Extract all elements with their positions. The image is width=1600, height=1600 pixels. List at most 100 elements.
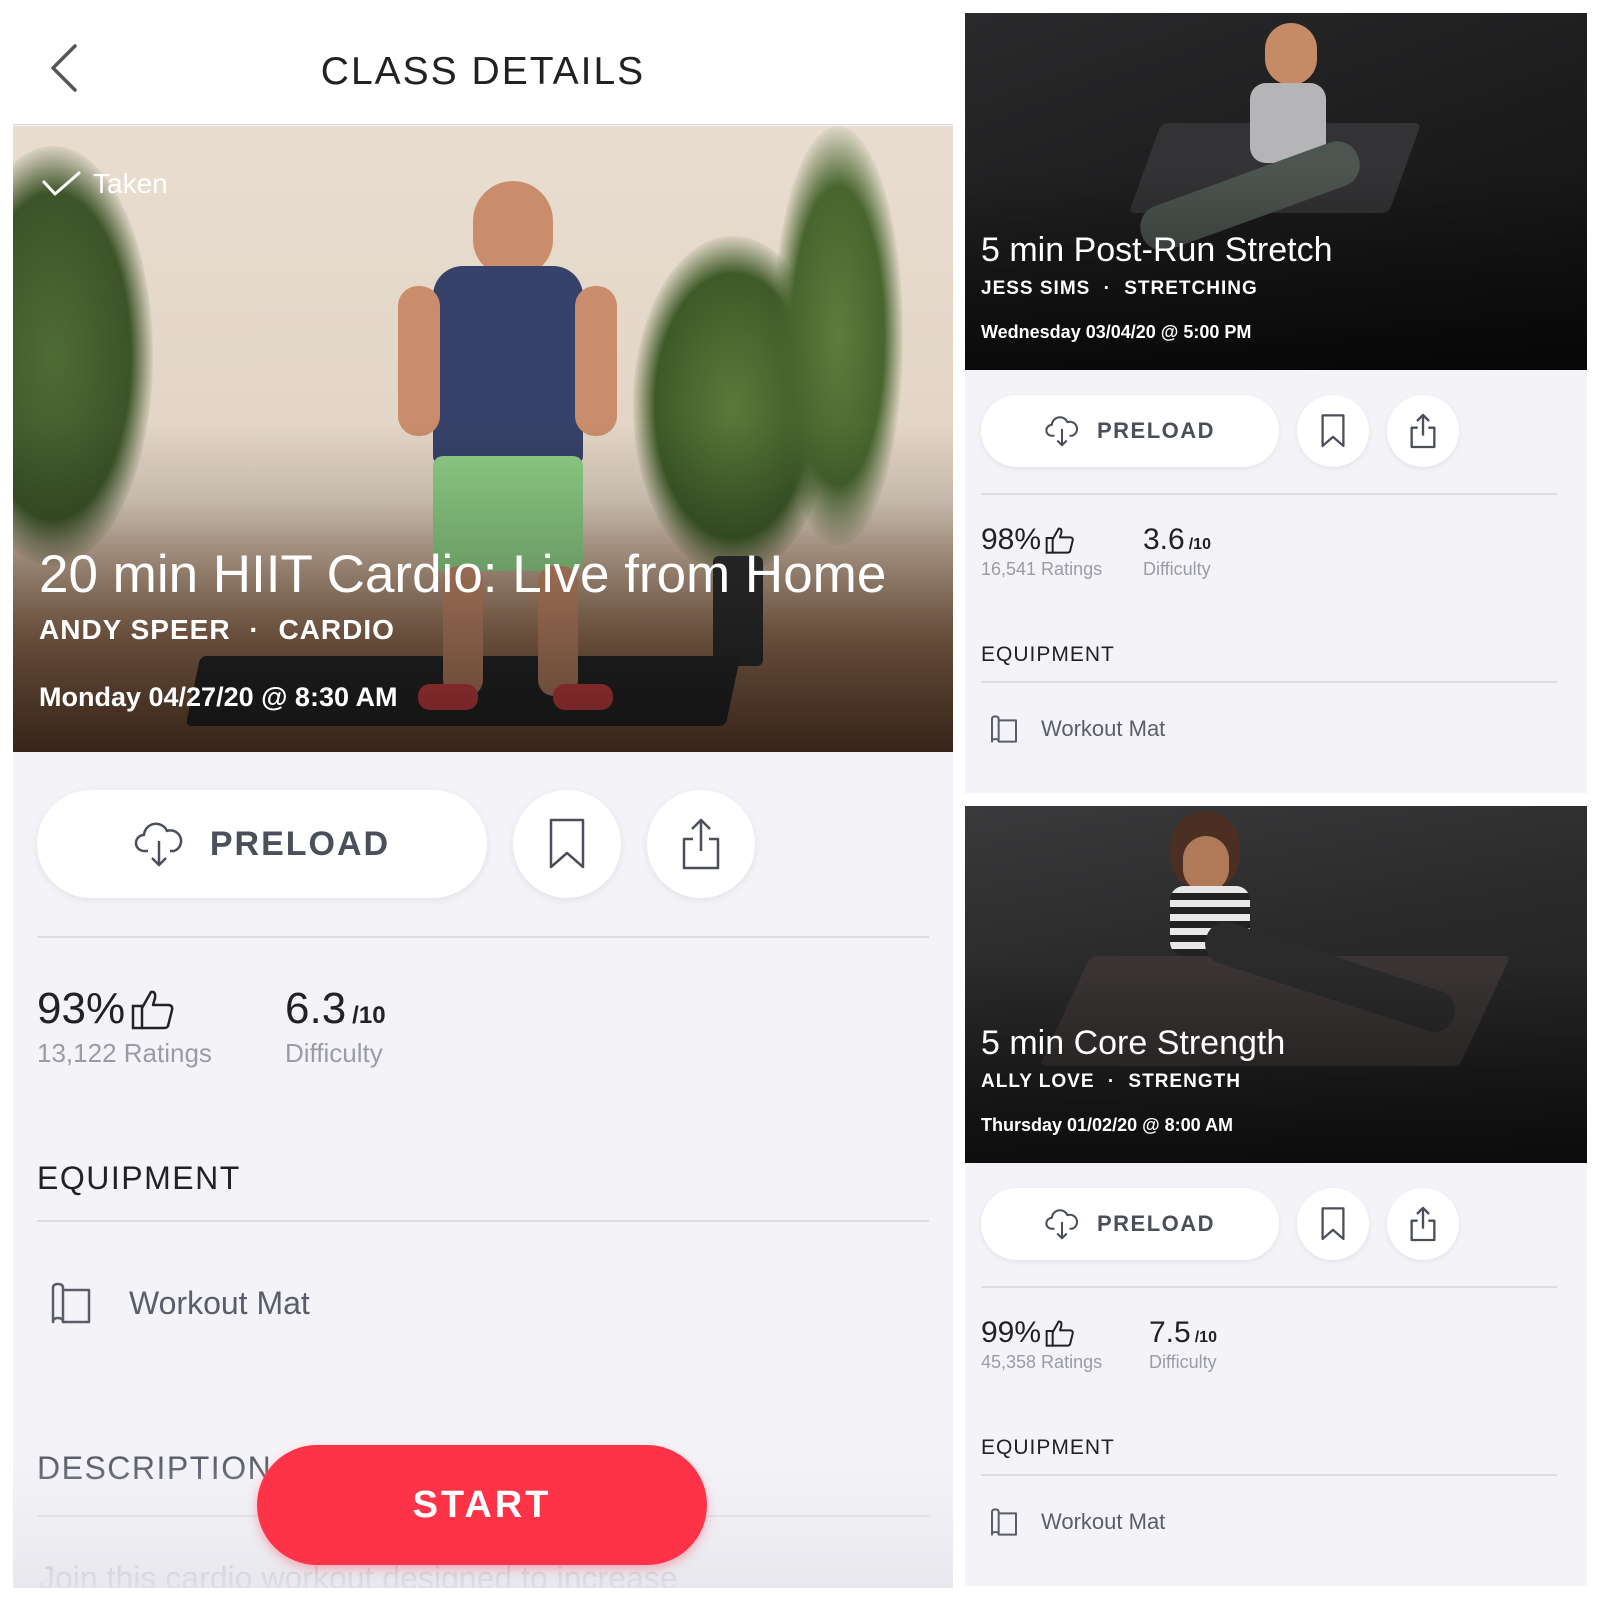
instructor-head [1183, 836, 1229, 892]
bookmark-icon [1321, 414, 1345, 448]
preload-button[interactable]: PRELOAD [981, 395, 1279, 467]
difficulty-scale: /10 [1194, 1329, 1217, 1346]
class-hero-image: Taken 20 min HIIT Cardio: Live from Home… [13, 126, 953, 752]
divider [981, 681, 1557, 683]
ratings-count: 16,541 Ratings [981, 559, 1103, 579]
class-category: STRENGTH [1128, 1071, 1241, 1092]
preload-label: PRELOAD [1096, 1211, 1216, 1236]
difficulty-value: 6.3 [285, 984, 347, 1033]
equipment-heading: EQUIPMENT [981, 1436, 1115, 1459]
difficulty-stat: 7.5 /10 Difficulty [1149, 1316, 1217, 1373]
equipment-label: Workout Mat [1041, 1509, 1166, 1534]
card-title: 5 min Core Strength [981, 1024, 1286, 1062]
action-row: PRELOAD [981, 1188, 1459, 1260]
cloud-download-icon [1045, 1209, 1078, 1240]
equipment-item: Workout Mat [989, 1508, 1165, 1536]
rating-stat: 98% 16,541 Ratings [981, 523, 1102, 580]
class-meta: ANDY SPEER · CARDIO [39, 614, 395, 646]
thumbs-up-icon [1045, 527, 1074, 554]
preload-label: PRELOAD [209, 824, 391, 863]
workout-mat-icon [991, 1508, 1017, 1536]
rating-stat: 93% 13,122 Ratings [37, 984, 212, 1069]
equipment-item: Workout Mat [989, 715, 1165, 743]
taken-label: Taken [93, 168, 168, 199]
start-button[interactable]: START [257, 1445, 707, 1565]
difficulty-value: 7.5 [1149, 1316, 1191, 1349]
card-date: Wednesday 03/04/20 @ 5:00 PM [981, 322, 1252, 342]
instructor-head [473, 181, 553, 276]
class-title: 20 min HIIT Cardio: Live from Home [39, 545, 887, 604]
bookmark-button[interactable] [1297, 395, 1369, 467]
bookmark-button[interactable] [1297, 1188, 1369, 1260]
class-card: 5 min Post-Run Stretch JESS SIMS · STRET… [965, 13, 1587, 793]
difficulty-label: Difficulty [1143, 559, 1211, 579]
instructor-arm-left [398, 286, 440, 436]
meta-separator: · [1103, 278, 1111, 299]
equipment-label: Workout Mat [1041, 716, 1166, 741]
preload-label: PRELOAD [1096, 418, 1216, 443]
divider [981, 1474, 1557, 1476]
bookmark-button[interactable] [513, 790, 621, 898]
equipment-label: Workout Mat [129, 1284, 310, 1321]
card-meta: ALLY LOVE · STRENGTH [981, 1071, 1241, 1093]
thumbs-up-icon [1045, 1320, 1074, 1347]
difficulty-label: Difficulty [285, 1038, 383, 1068]
divider [981, 493, 1557, 495]
class-card-image: 5 min Post-Run Stretch JESS SIMS · STRET… [965, 13, 1587, 370]
share-icon [1410, 413, 1436, 449]
class-date: Monday 04/27/20 @ 8:30 AM [39, 682, 398, 712]
card-title: 5 min Post-Run Stretch [981, 231, 1333, 269]
instructor-name: ANDY SPEER [39, 614, 231, 645]
workout-mat-icon [51, 1282, 91, 1324]
cloud-download-icon [134, 822, 183, 867]
equipment-item: Workout Mat [49, 1282, 310, 1324]
class-card-image: 5 min Core Strength ALLY LOVE · STRENGTH… [965, 806, 1587, 1163]
equipment-heading: EQUIPMENT [37, 1160, 241, 1196]
cloud-download-icon [1045, 416, 1078, 447]
difficulty-scale: /10 [352, 1002, 386, 1029]
rating-stat: 99% 45,358 Ratings [981, 1316, 1102, 1373]
workout-mat-icon [991, 715, 1017, 743]
ratings-count: 45,358 Ratings [981, 1352, 1103, 1372]
divider [37, 1220, 929, 1222]
rating-percent: 93% [37, 984, 126, 1033]
difficulty-scale: /10 [1188, 536, 1211, 553]
instructor-head [1265, 23, 1317, 85]
divider [37, 936, 929, 938]
share-button[interactable] [1387, 1188, 1459, 1260]
ratings-count: 13,122 Ratings [37, 1038, 212, 1068]
preload-button[interactable]: PRELOAD [981, 1188, 1279, 1260]
meta-separator: · [249, 614, 260, 645]
bookmark-icon [549, 818, 585, 869]
bookmark-icon [1321, 1207, 1345, 1241]
rating-percent: 98% [981, 523, 1042, 556]
difficulty-label: Difficulty [1149, 1352, 1217, 1372]
share-button[interactable] [1387, 395, 1459, 467]
instructor-name: JESS SIMS [981, 278, 1091, 299]
share-icon [1410, 1206, 1436, 1242]
instructor-arm-right [575, 286, 617, 436]
equipment-heading: EQUIPMENT [981, 643, 1115, 666]
action-row: PRELOAD [981, 395, 1459, 467]
page-title: CLASS DETAILS [320, 50, 646, 93]
class-category: CARDIO [278, 614, 395, 645]
share-icon [682, 818, 720, 870]
card-date: Thursday 01/02/20 @ 8:00 AM [981, 1115, 1233, 1135]
class-details-screen: CLASS DETAILS Taken 20 min HIIT Cardio: … [13, 0, 953, 1588]
class-category: STRETCHING [1124, 278, 1258, 299]
instructor-name: ALLY LOVE [981, 1071, 1095, 1092]
description-heading: DESCRIPTION [37, 1450, 273, 1486]
thumbs-up-icon [131, 990, 174, 1030]
share-button[interactable] [647, 790, 755, 898]
taken-badge: Taken [41, 168, 168, 200]
action-row: PRELOAD [37, 790, 755, 898]
difficulty-stat: 3.6 /10 Difficulty [1143, 523, 1211, 580]
class-card: 5 min Core Strength ALLY LOVE · STRENGTH… [965, 806, 1587, 1586]
checkmark-icon [42, 171, 81, 196]
divider [981, 1286, 1557, 1288]
rating-percent: 99% [981, 1316, 1042, 1349]
difficulty-value: 3.6 [1143, 523, 1185, 556]
preload-button[interactable]: PRELOAD [37, 790, 487, 898]
top-bar: CLASS DETAILS [13, 0, 953, 125]
meta-separator: · [1107, 1071, 1116, 1092]
